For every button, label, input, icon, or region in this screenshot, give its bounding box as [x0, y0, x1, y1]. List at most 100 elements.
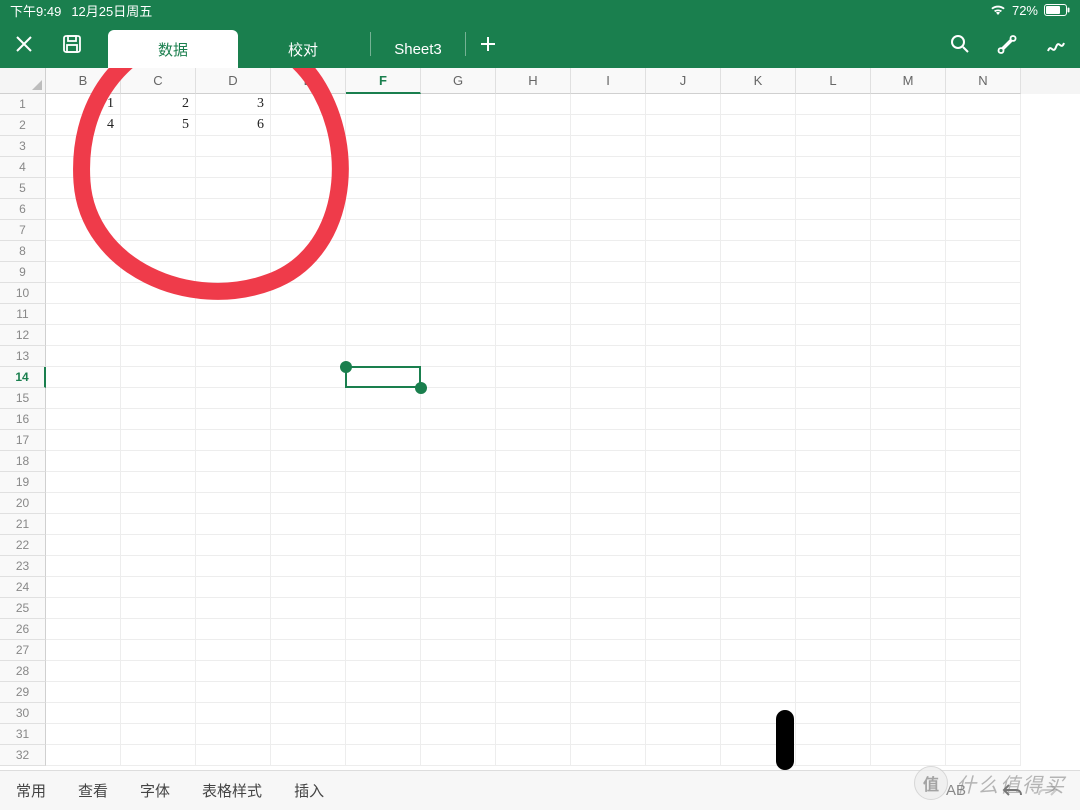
cell-E28[interactable]: [271, 661, 346, 682]
cell-C9[interactable]: [121, 262, 196, 283]
cell-C5[interactable]: [121, 178, 196, 199]
cell-G17[interactable]: [421, 430, 496, 451]
cell-F27[interactable]: [346, 640, 421, 661]
cell-J8[interactable]: [646, 241, 721, 262]
cell-J19[interactable]: [646, 472, 721, 493]
cell-J25[interactable]: [646, 598, 721, 619]
cell-E9[interactable]: [271, 262, 346, 283]
row-header-2[interactable]: 2: [0, 115, 46, 136]
cell-F21[interactable]: [346, 514, 421, 535]
cell-M15[interactable]: [871, 388, 946, 409]
cell-L25[interactable]: [796, 598, 871, 619]
cell-D14[interactable]: [196, 367, 271, 388]
cell-K5[interactable]: [721, 178, 796, 199]
cell-E32[interactable]: [271, 745, 346, 766]
cell-N25[interactable]: [946, 598, 1021, 619]
cell-H20[interactable]: [496, 493, 571, 514]
cell-C17[interactable]: [121, 430, 196, 451]
cell-J9[interactable]: [646, 262, 721, 283]
cell-I6[interactable]: [571, 199, 646, 220]
cell-N14[interactable]: [946, 367, 1021, 388]
cell-I24[interactable]: [571, 577, 646, 598]
cell-N11[interactable]: [946, 304, 1021, 325]
cell-G27[interactable]: [421, 640, 496, 661]
cell-H9[interactable]: [496, 262, 571, 283]
cell-L5[interactable]: [796, 178, 871, 199]
cell-E4[interactable]: [271, 157, 346, 178]
cell-N24[interactable]: [946, 577, 1021, 598]
cell-E16[interactable]: [271, 409, 346, 430]
cell-E30[interactable]: [271, 703, 346, 724]
cell-M14[interactable]: [871, 367, 946, 388]
row-header-29[interactable]: 29: [0, 682, 46, 703]
column-header-C[interactable]: C: [121, 68, 196, 94]
cell-C29[interactable]: [121, 682, 196, 703]
cell-D25[interactable]: [196, 598, 271, 619]
cell-E19[interactable]: [271, 472, 346, 493]
row-header-9[interactable]: 9: [0, 262, 46, 283]
cell-K19[interactable]: [721, 472, 796, 493]
cell-E1[interactable]: [271, 94, 346, 115]
cell-H15[interactable]: [496, 388, 571, 409]
cell-J21[interactable]: [646, 514, 721, 535]
row-header-7[interactable]: 7: [0, 220, 46, 241]
column-header-M[interactable]: M: [871, 68, 946, 94]
cell-K12[interactable]: [721, 325, 796, 346]
cell-C18[interactable]: [121, 451, 196, 472]
cell-B11[interactable]: [46, 304, 121, 325]
cell-M27[interactable]: [871, 640, 946, 661]
cell-E7[interactable]: [271, 220, 346, 241]
cell-M3[interactable]: [871, 136, 946, 157]
cell-F16[interactable]: [346, 409, 421, 430]
cell-K10[interactable]: [721, 283, 796, 304]
cell-L26[interactable]: [796, 619, 871, 640]
cell-G13[interactable]: [421, 346, 496, 367]
cell-B15[interactable]: [46, 388, 121, 409]
column-header-D[interactable]: D: [196, 68, 271, 94]
cell-M21[interactable]: [871, 514, 946, 535]
cell-H22[interactable]: [496, 535, 571, 556]
cell-B12[interactable]: [46, 325, 121, 346]
cell-G24[interactable]: [421, 577, 496, 598]
close-button[interactable]: [0, 20, 48, 68]
row-header-32[interactable]: 32: [0, 745, 46, 766]
row-header-21[interactable]: 21: [0, 514, 46, 535]
cell-G9[interactable]: [421, 262, 496, 283]
cell-D16[interactable]: [196, 409, 271, 430]
cell-F9[interactable]: [346, 262, 421, 283]
cell-B9[interactable]: [46, 262, 121, 283]
cell-H23[interactable]: [496, 556, 571, 577]
cell-B22[interactable]: [46, 535, 121, 556]
cell-I26[interactable]: [571, 619, 646, 640]
cell-D30[interactable]: [196, 703, 271, 724]
cell-K9[interactable]: [721, 262, 796, 283]
cell-L19[interactable]: [796, 472, 871, 493]
cell-B4[interactable]: [46, 157, 121, 178]
cell-H16[interactable]: [496, 409, 571, 430]
cell-J14[interactable]: [646, 367, 721, 388]
row-header-16[interactable]: 16: [0, 409, 46, 430]
cell-C30[interactable]: [121, 703, 196, 724]
cell-K26[interactable]: [721, 619, 796, 640]
cell-J24[interactable]: [646, 577, 721, 598]
bottom-tab-common[interactable]: 常用: [16, 780, 46, 801]
cell-M29[interactable]: [871, 682, 946, 703]
cell-B29[interactable]: [46, 682, 121, 703]
cell-H26[interactable]: [496, 619, 571, 640]
cell-I14[interactable]: [571, 367, 646, 388]
row-header-6[interactable]: 6: [0, 199, 46, 220]
cell-K1[interactable]: [721, 94, 796, 115]
cell-N5[interactable]: [946, 178, 1021, 199]
cell-J23[interactable]: [646, 556, 721, 577]
cell-E10[interactable]: [271, 283, 346, 304]
cell-J20[interactable]: [646, 493, 721, 514]
cell-H2[interactable]: [496, 115, 571, 136]
cell-N22[interactable]: [946, 535, 1021, 556]
cell-H27[interactable]: [496, 640, 571, 661]
row-header-22[interactable]: 22: [0, 535, 46, 556]
cell-E12[interactable]: [271, 325, 346, 346]
cell-G31[interactable]: [421, 724, 496, 745]
ink-button[interactable]: [1032, 20, 1080, 68]
cell-B10[interactable]: [46, 283, 121, 304]
cell-M16[interactable]: [871, 409, 946, 430]
